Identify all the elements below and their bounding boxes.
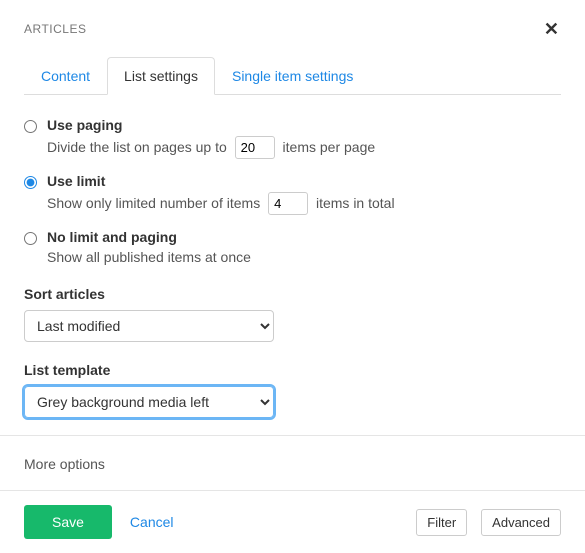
sort-label: Sort articles	[24, 286, 561, 302]
panel-footer: Save Cancel Filter Advanced	[0, 490, 585, 553]
footer-right: Filter Advanced	[416, 509, 561, 536]
save-button[interactable]: Save	[24, 505, 112, 539]
more-options-label: More options	[24, 456, 105, 472]
tab-single-item-settings[interactable]: Single item settings	[215, 57, 370, 95]
more-options-section[interactable]: More options	[0, 435, 585, 490]
panel-title: ARTICLES	[24, 22, 86, 36]
no-limit-desc: Show all published items at once	[47, 249, 251, 265]
paging-radio-group: Use paging Divide the list on pages up t…	[24, 117, 561, 268]
settings-panel: ARTICLES ✕ Content List settings Single …	[0, 0, 585, 418]
tab-content[interactable]: Content	[24, 57, 107, 95]
sort-field: Sort articles Last modified	[24, 286, 561, 342]
filter-button[interactable]: Filter	[416, 509, 467, 536]
panel-header: ARTICLES ✕	[24, 18, 561, 40]
use-limit-desc: Show only limited number of items items …	[47, 195, 395, 211]
use-limit-option: Use limit Show only limited number of it…	[24, 173, 561, 215]
use-paging-radio[interactable]	[24, 120, 37, 133]
tabs: Content List settings Single item settin…	[24, 56, 561, 95]
tab-list-settings[interactable]: List settings	[107, 57, 215, 95]
use-paging-label: Use paging	[47, 117, 561, 133]
advanced-button[interactable]: Advanced	[481, 509, 561, 536]
use-limit-radio[interactable]	[24, 176, 37, 189]
no-limit-radio[interactable]	[24, 232, 37, 245]
panel-bottom: More options Save Cancel Filter Advanced	[0, 435, 585, 553]
template-field: List template Grey background media left	[24, 362, 561, 418]
template-label: List template	[24, 362, 561, 378]
items-per-page-input[interactable]	[235, 136, 275, 159]
template-select[interactable]: Grey background media left	[24, 386, 274, 418]
close-icon[interactable]: ✕	[542, 18, 561, 40]
no-limit-label: No limit and paging	[47, 229, 561, 245]
items-total-input[interactable]	[268, 192, 308, 215]
cancel-link[interactable]: Cancel	[130, 514, 174, 530]
use-paging-desc: Divide the list on pages up to items per…	[47, 139, 375, 155]
use-paging-option: Use paging Divide the list on pages up t…	[24, 117, 561, 159]
sort-select[interactable]: Last modified	[24, 310, 274, 342]
footer-left: Save Cancel	[24, 505, 174, 539]
no-limit-option: No limit and paging Show all published i…	[24, 229, 561, 268]
use-limit-label: Use limit	[47, 173, 561, 189]
